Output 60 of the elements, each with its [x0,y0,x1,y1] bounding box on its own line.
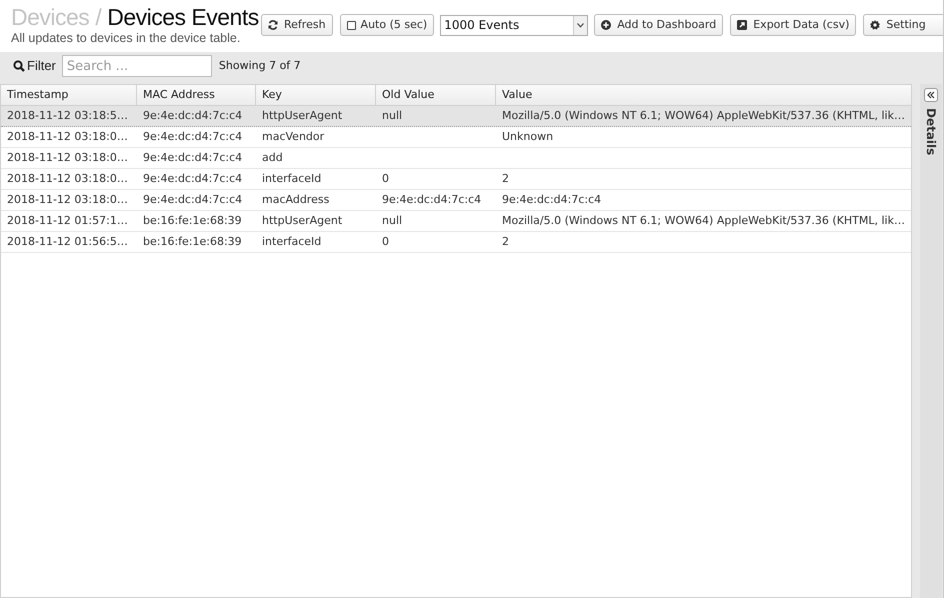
toolbar-button[interactable]: Add to Dashboard [594,14,724,36]
table-cell-text: Mozilla/5.0 (Windows NT 6.1; WOW64) AppleWebKit/537.36 (KHTML, lik… [502,108,905,124]
table-cell-text: 2 [502,170,509,187]
column-header[interactable]: Old Value [376,85,496,105]
table-cell-text: 2018-11-12 03:18:0… [7,170,128,187]
table-cell-text: 9e:4e:dc:d4:7c:c4 [143,128,242,145]
page-subtitle: All updates to devices in the device table. [11,31,242,45]
table-cell-text: interfaceId [262,170,322,187]
search-icon [13,60,25,72]
table-cell-text: add [262,150,283,166]
column-header[interactable]: Timestamp [1,85,137,105]
table-cell-text: interfaceId [262,234,322,250]
toolbar-button[interactable]: Setting [863,14,943,36]
table-cell-text: 0 [382,234,389,250]
table-cell-text: macVendor [262,128,324,145]
table-cell-text: 9e:4e:dc:d4:7c:c4 [143,150,242,166]
gear-icon [870,20,880,30]
table-cell-text: 2018-11-12 01:56:5… [7,234,128,250]
table-cell-text: 2018-11-12 03:18:0… [7,150,128,166]
filter-label: Filter [27,57,56,76]
table-cell-text: 9e:4e:dc:d4:7c:c4 [143,108,242,124]
column-header[interactable]: Key [256,85,376,105]
export-icon [737,20,748,30]
details-label: Details [923,108,939,156]
table-cell-text: be:16:fe:1e:68:39 [143,234,242,250]
add-icon [601,20,612,30]
search-field[interactable]: Search ... [62,55,212,77]
auto-refresh-toggle[interactable]: Auto (5 sec) [340,14,434,36]
refresh-icon [268,20,278,30]
collapse-icon[interactable] [924,88,938,102]
column-header[interactable]: Value [496,85,911,105]
details-panel[interactable]: Details [920,84,942,598]
table-cell-text: 9e:4e:dc:d4:7c:c4 [382,192,482,208]
table-cell-text: 2018-11-12 03:18:0… [7,128,128,145]
breadcrumb-separator: / [95,4,102,31]
row-count: Showing 7 of 7 [218,58,301,74]
table-cell-text: 2 [502,234,509,250]
table-cell-text: 2018-11-12 03:18:0… [7,192,128,208]
table-cell-text: 9e:4e:dc:d4:7c:c4 [502,192,602,208]
table-cell-text: null [382,108,402,124]
table-cell-text: 2018-11-12 01:57:1… [7,212,128,229]
table-cell-text: httpUserAgent [262,212,342,229]
table-cell-text: Mozilla/5.0 (Windows NT 6.1; WOW64) AppleWebKit/537.36 (KHTML, lik… [502,212,905,229]
checkbox[interactable] [346,20,356,30]
table-cell-text: null [382,212,402,229]
table-cell-text: macAddress [262,192,330,208]
toolbar-button[interactable]: Refresh [261,14,333,36]
page-title: Devices Events [107,4,259,31]
chevron-down-icon [577,22,584,28]
table-cell-text: Unknown [502,128,554,145]
toolbar-button[interactable]: Export Data (csv) [730,14,856,36]
table-cell-text: 2018-11-12 03:18:5… [7,108,128,124]
table-row[interactable]: 2018-11-12 03:18:5… 9e:4e:dc:d4:7c:c4 httpUserAgent null Mozilla/5.0 (Windows NT 6.1; WOW64) AppleWebKit/537.36 (KHTML, lik… [1,106,911,127]
column-header[interactable]: MAC Address [137,85,256,105]
table-cell-text: 9e:4e:dc:d4:7c:c4 [143,170,242,187]
events-dropdown[interactable]: 1000 Events [440,14,588,36]
table-cell-text: 9e:4e:dc:d4:7c:c4 [143,192,242,208]
table-cell-text: be:16:fe:1e:68:39 [143,212,242,229]
table-cell-text: httpUserAgent [262,108,342,124]
table-cell-text: 0 [382,170,389,187]
